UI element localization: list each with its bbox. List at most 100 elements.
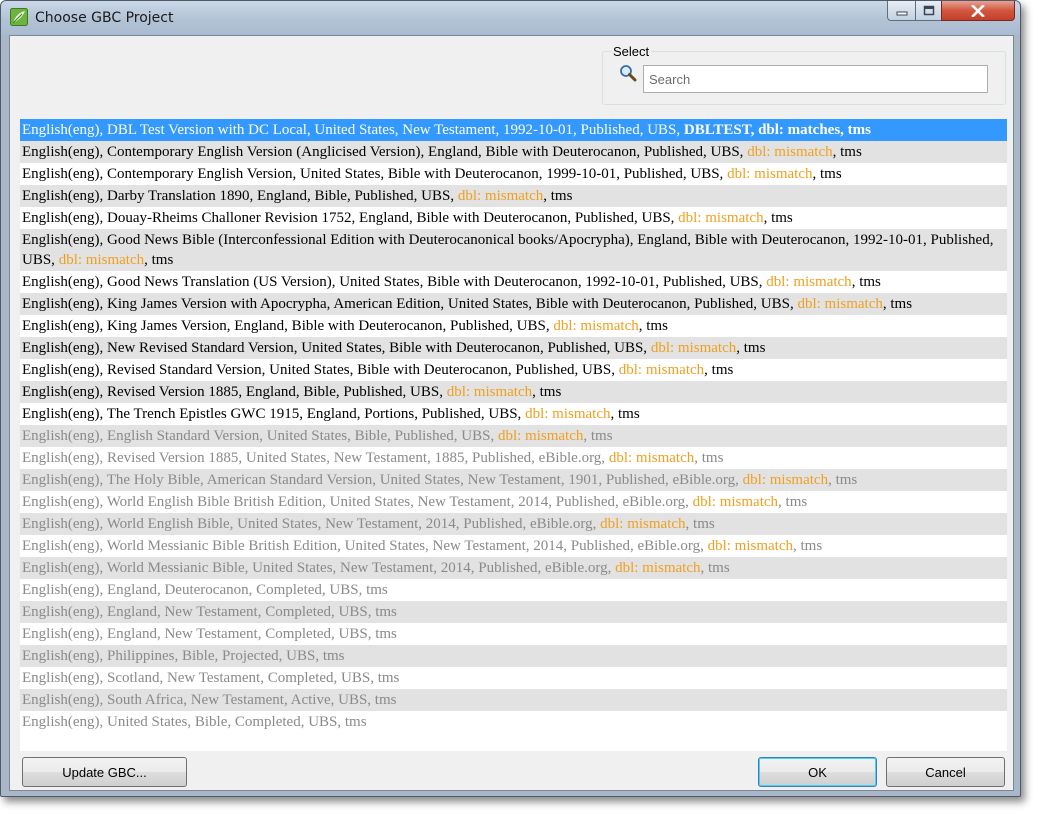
project-description: English(eng), Scotland, New Testament, C…: [22, 670, 400, 686]
project-list-item[interactable]: English(eng), The Holy Bible, American S…: [20, 469, 1007, 491]
project-description: English(eng), Contemporary English Versi…: [22, 166, 728, 182]
project-list-item[interactable]: English(eng), The Trench Epistles GWC 19…: [20, 403, 1007, 425]
project-suffix: , tms: [685, 516, 715, 532]
project-list-item[interactable]: English(eng), New Revised Standard Versi…: [20, 337, 1007, 359]
dbl-mismatch-label: dbl: mismatch: [747, 144, 833, 160]
project-suffix: , tms: [700, 560, 730, 576]
project-suffix: , tms: [882, 296, 913, 312]
project-list-item[interactable]: English(eng), English Standard Version, …: [20, 425, 1007, 447]
title-bar[interactable]: Choose GBC Project: [1, 1, 1020, 35]
project-list-item[interactable]: English(eng), England, New Testament, Co…: [20, 623, 1007, 645]
project-list-item[interactable]: English(eng), Revised Standard Version, …: [20, 359, 1007, 381]
dbl-mismatch-label: dbl: mismatch: [618, 362, 705, 378]
project-list-item[interactable]: English(eng), World English Bible Britis…: [20, 491, 1007, 513]
project-suffix: , tms: [532, 384, 562, 400]
project-description: English(eng), England, Deuterocanon, Com…: [22, 582, 388, 598]
project-list-item[interactable]: English(eng), Good News Bible (Interconf…: [20, 229, 1007, 271]
leaf-icon: [10, 8, 28, 26]
maximize-button[interactable]: [915, 1, 942, 21]
project-suffix: , tms: [583, 428, 613, 444]
project-list-item[interactable]: English(eng), England, Deuterocanon, Com…: [20, 579, 1007, 601]
project-list-item[interactable]: English(eng), World Messianic Bible, Uni…: [20, 557, 1007, 579]
project-suffix: , tms: [812, 166, 842, 182]
project-description: English(eng), United States, Bible, Comp…: [22, 714, 367, 730]
project-description: English(eng), King James Version with Ap…: [22, 296, 798, 312]
project-description: English(eng), England, New Testament, Co…: [22, 626, 397, 642]
dbl-mismatch-label: dbl: mismatch: [608, 450, 695, 466]
project-description: English(eng), DBL Test Version with DC L…: [22, 122, 684, 138]
project-list-item[interactable]: English(eng), Douay-Rheims Challoner Rev…: [20, 207, 1007, 229]
project-description: English(eng), New Revised Standard Versi…: [22, 340, 651, 356]
project-list-item[interactable]: English(eng), Contemporary English Versi…: [20, 163, 1007, 185]
project-suffix: , tms: [793, 538, 823, 554]
project-suffix: , tms: [543, 188, 573, 204]
project-list-item[interactable]: English(eng), Revised Version 1885, Unit…: [20, 447, 1007, 469]
project-description: English(eng), Philippines, Bible, Projec…: [22, 648, 345, 664]
project-description: English(eng), The Trench Epistles GWC 19…: [22, 406, 526, 422]
project-description: English(eng), Good News Translation (US …: [22, 274, 767, 290]
select-label: Select: [611, 44, 652, 59]
project-description: English(eng), England, New Testament, Co…: [22, 604, 397, 620]
update-gbc-button[interactable]: Update GBC...: [22, 757, 187, 787]
project-list-item[interactable]: English(eng), Darby Translation 1890, En…: [20, 185, 1007, 207]
dbl-mismatch-label: dbl: mismatch: [525, 406, 611, 422]
dbl-mismatch-label: dbl: mismatch: [615, 560, 701, 576]
dbl-mismatch-label: dbl: mismatch: [742, 472, 829, 488]
dbl-mismatch-label: dbl: mismatch: [707, 538, 794, 554]
dbl-mismatch-label: dbl: mismatch: [600, 516, 686, 532]
project-list-item[interactable]: English(eng), South Africa, New Testamen…: [20, 689, 1007, 711]
project-list-item[interactable]: English(eng), Revised Version 1885, Engl…: [20, 381, 1007, 403]
project-description: English(eng), World Messianic Bible Brit…: [22, 538, 708, 554]
project-match-status: DBLTEST, dbl: matches, tms: [683, 122, 871, 138]
project-description: English(eng), Revised Version 1885, Engl…: [22, 384, 447, 400]
project-suffix: , tms: [704, 362, 734, 378]
close-button[interactable]: [941, 1, 1015, 21]
project-suffix: , tms: [638, 318, 668, 334]
dbl-mismatch-label: dbl: mismatch: [727, 166, 813, 182]
cancel-button[interactable]: Cancel: [886, 757, 1005, 787]
project-description: English(eng), The Holy Bible, American S…: [22, 472, 743, 488]
dbl-mismatch-label: dbl: mismatch: [553, 318, 639, 334]
project-description: English(eng), King James Version, Englan…: [22, 318, 554, 334]
project-suffix: , tms: [144, 252, 174, 268]
dialog-client-area: Select English(eng), DBL Test Version wi…: [9, 35, 1014, 791]
project-description: English(eng), Darby Translation 1890, En…: [22, 188, 458, 204]
dbl-mismatch-label: dbl: mismatch: [446, 384, 533, 400]
project-list-item[interactable]: English(eng), United States, Bible, Comp…: [20, 711, 1007, 733]
search-input[interactable]: [643, 65, 988, 93]
project-list-item[interactable]: English(eng), Scotland, New Testament, C…: [20, 667, 1007, 689]
project-list-item[interactable]: English(eng), Contemporary English Versi…: [20, 141, 1007, 163]
dbl-mismatch-label: dbl: mismatch: [58, 252, 145, 268]
project-description: English(eng), South Africa, New Testamen…: [22, 692, 397, 708]
project-description: English(eng), Revised Standard Version, …: [22, 362, 619, 378]
project-suffix: , tms: [778, 494, 808, 510]
project-list-item[interactable]: English(eng), DBL Test Version with DC L…: [20, 119, 1007, 141]
project-description: English(eng), World English Bible, Unite…: [22, 516, 601, 532]
project-list-item[interactable]: English(eng), England, New Testament, Co…: [20, 601, 1007, 623]
project-list-item[interactable]: English(eng), King James Version with Ap…: [20, 293, 1007, 315]
project-list-item[interactable]: English(eng), King James Version, Englan…: [20, 315, 1007, 337]
dbl-mismatch-label: dbl: mismatch: [497, 428, 584, 444]
project-suffix: , tms: [851, 274, 881, 290]
minimize-button[interactable]: [887, 1, 916, 21]
close-icon: [971, 4, 985, 17]
project-description: English(eng), Contemporary English Versi…: [22, 144, 748, 160]
project-list-item[interactable]: English(eng), Good News Translation (US …: [20, 271, 1007, 293]
dbl-mismatch-label: dbl: mismatch: [766, 274, 852, 290]
dbl-mismatch-label: dbl: mismatch: [650, 340, 737, 356]
window-title: Choose GBC Project: [35, 10, 174, 26]
dialog-window: Choose GBC Project Select Search English…: [0, 0, 1021, 797]
project-description: English(eng), World Messianic Bible, Uni…: [22, 560, 616, 576]
ok-button[interactable]: OK: [758, 757, 877, 787]
select-groupbox: Select: [602, 44, 1006, 105]
project-description: English(eng), Revised Version 1885, Unit…: [22, 450, 609, 466]
project-suffix: , tms: [736, 340, 766, 356]
project-list-item[interactable]: English(eng), World English Bible, Unite…: [20, 513, 1007, 535]
dbl-mismatch-label: dbl: mismatch: [692, 494, 779, 510]
project-list-item[interactable]: English(eng), World Messianic Bible Brit…: [20, 535, 1007, 557]
dbl-mismatch-label: dbl: mismatch: [797, 296, 883, 312]
project-list[interactable]: English(eng), DBL Test Version with DC L…: [20, 119, 1007, 751]
project-suffix: , tms: [763, 210, 793, 226]
project-list-item[interactable]: English(eng), Philippines, Bible, Projec…: [20, 645, 1007, 667]
project-description: English(eng), World English Bible Britis…: [22, 494, 693, 510]
